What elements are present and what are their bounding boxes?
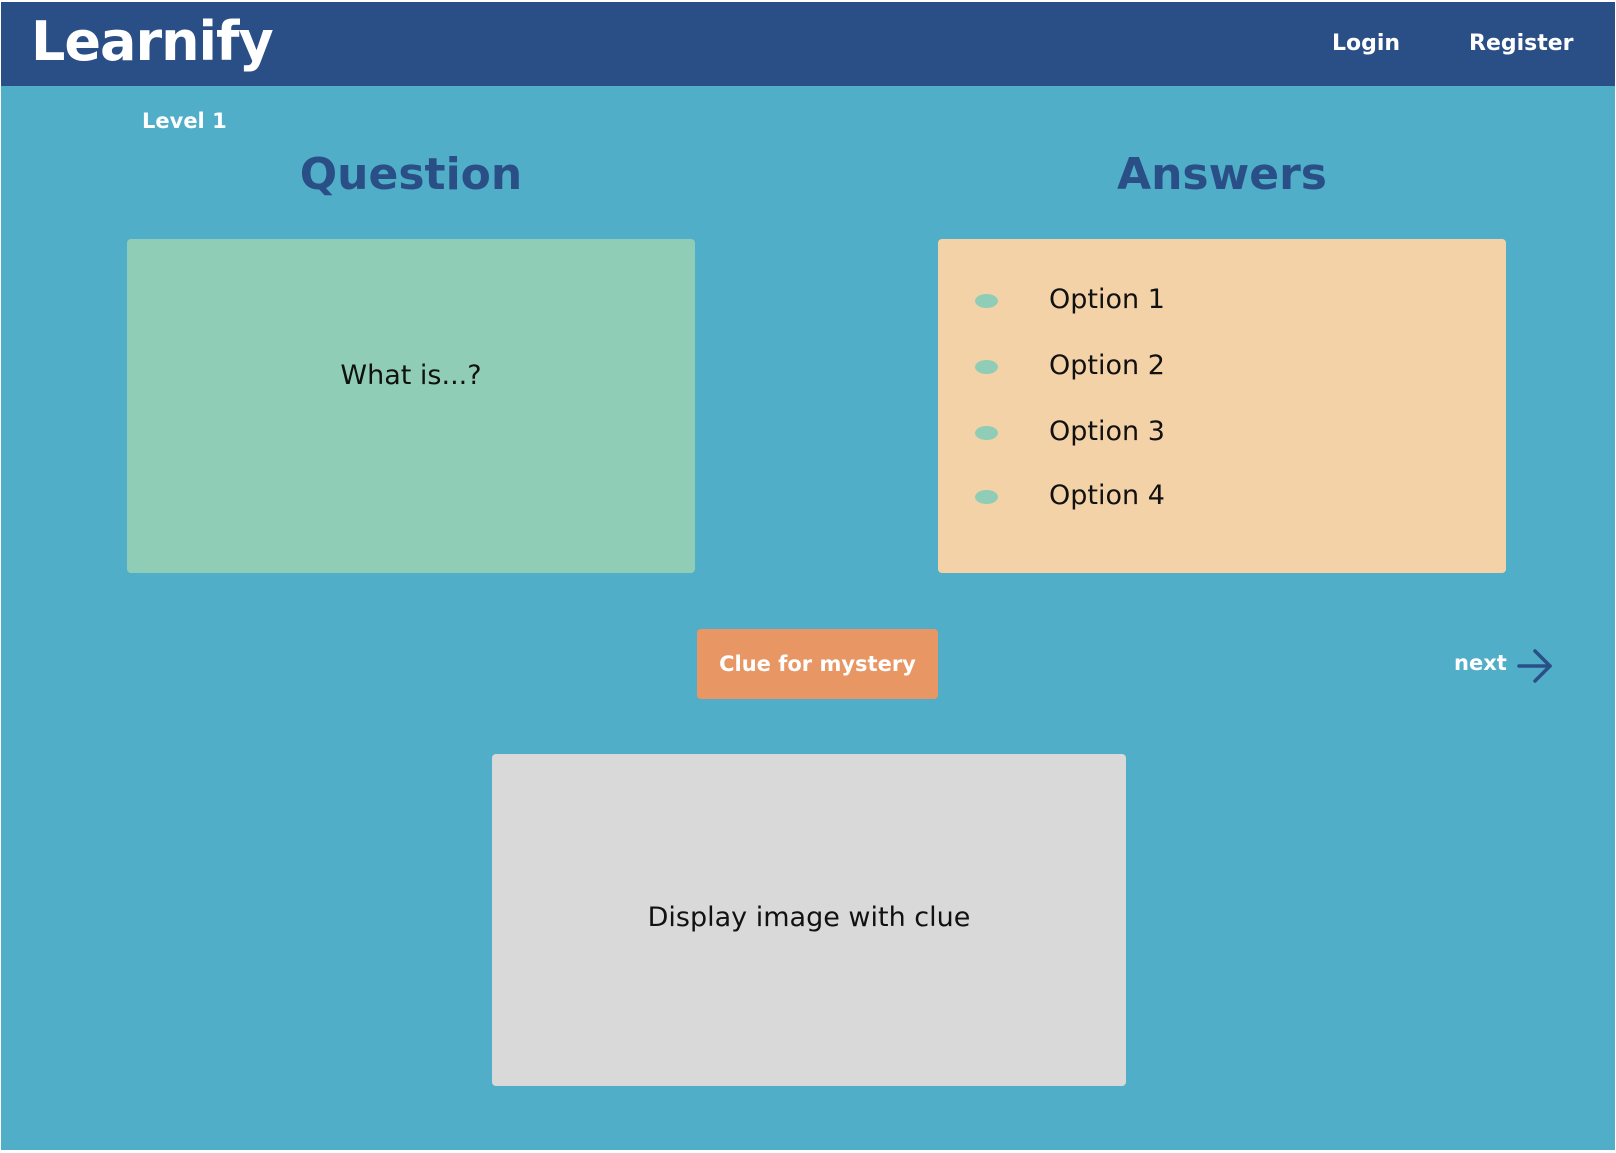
clue-for-mystery-button[interactable]: Clue for mystery [697, 629, 938, 699]
logo[interactable]: Learnify [31, 7, 274, 77]
answer-option-label: Option 2 [1049, 350, 1165, 381]
answers-card: Option 1 Option 2 Option 3 Option 4 [938, 239, 1506, 573]
radio-dot-icon[interactable] [975, 360, 998, 374]
answer-option-label: Option 1 [1049, 284, 1165, 315]
radio-dot-icon[interactable] [975, 294, 998, 308]
answer-option-1[interactable]: Option 1 [938, 281, 1506, 321]
next-label: next [1454, 651, 1507, 675]
answers-heading: Answers [1117, 149, 1327, 200]
login-link[interactable]: Login [1332, 30, 1400, 58]
clue-image-placeholder: Display image with clue [492, 754, 1126, 1086]
answer-option-3[interactable]: Option 3 [938, 413, 1506, 453]
answer-option-2[interactable]: Option 2 [938, 347, 1506, 387]
answer-option-4[interactable]: Option 4 [938, 477, 1506, 517]
answer-option-label: Option 3 [1049, 416, 1165, 447]
level-indicator: Level 1 [142, 109, 227, 133]
answer-option-label: Option 4 [1049, 480, 1165, 511]
question-card: What is...? [127, 239, 695, 573]
next-button[interactable]: next [1454, 644, 1564, 688]
question-text: What is...? [340, 360, 482, 391]
radio-dot-icon[interactable] [975, 490, 998, 504]
top-navbar: Learnify Login Register [1, 2, 1615, 86]
app-canvas: Learnify Login Register Level 1 Question… [1, 2, 1615, 1150]
radio-dot-icon[interactable] [975, 426, 998, 440]
clue-image-text: Display image with clue [647, 902, 971, 933]
register-link[interactable]: Register [1469, 30, 1574, 58]
question-heading: Question [299, 149, 523, 200]
arrow-right-icon [1517, 649, 1552, 683]
